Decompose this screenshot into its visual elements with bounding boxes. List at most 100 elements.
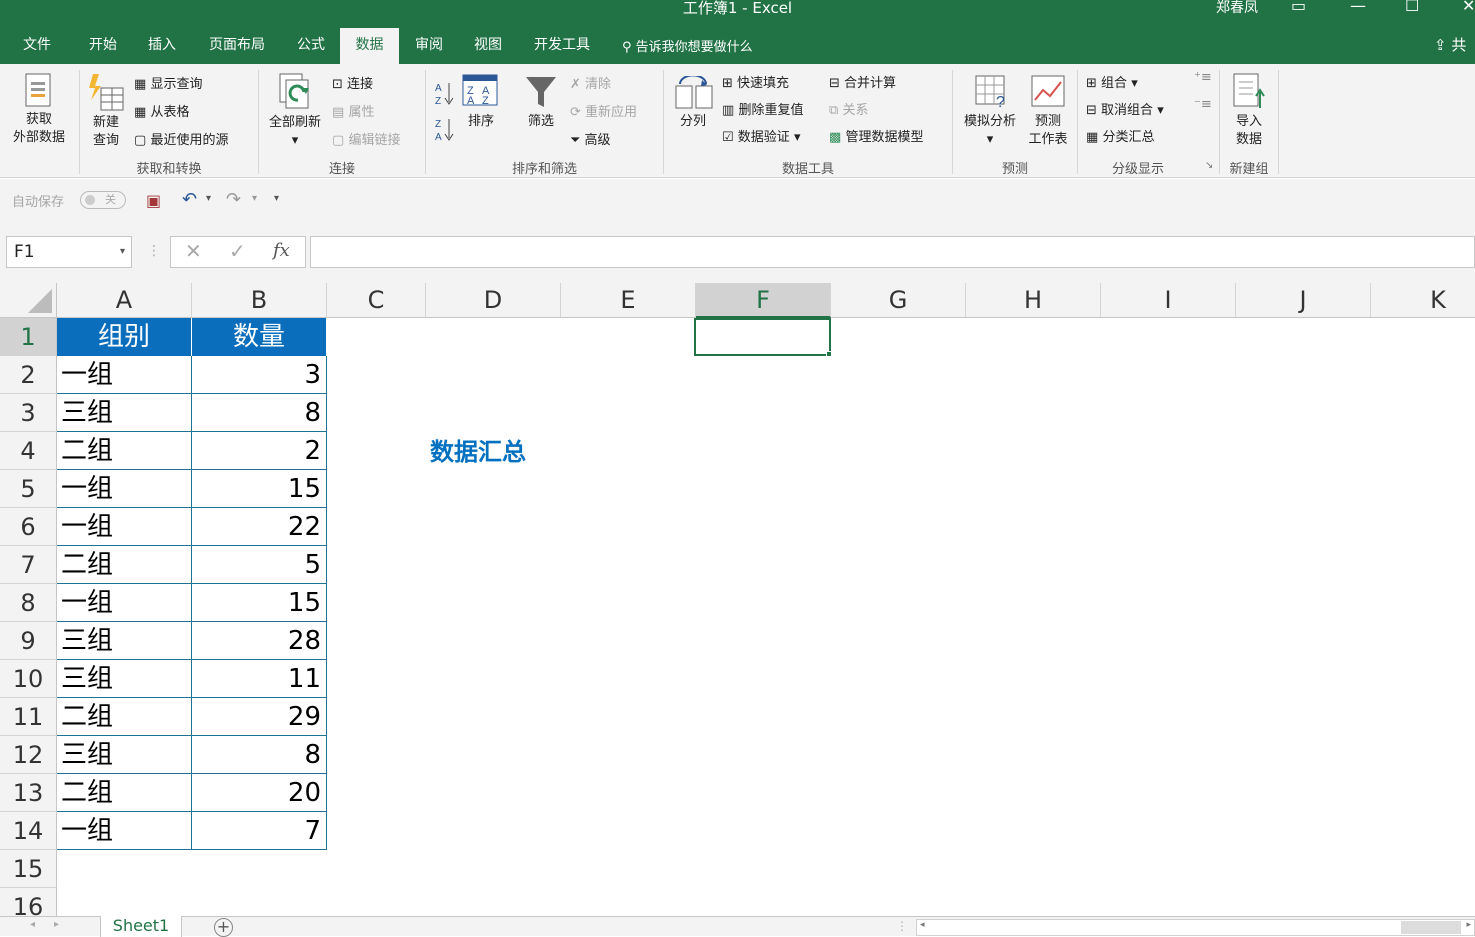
- column-header-H[interactable]: H: [966, 283, 1101, 318]
- save-icon[interactable]: ▣: [146, 191, 161, 210]
- sheet-tab-sheet1[interactable]: Sheet1: [100, 916, 182, 937]
- column-header-G[interactable]: G: [831, 283, 966, 318]
- flash-fill-button[interactable]: ⊞ 快速填充: [722, 72, 789, 91]
- row-header-6[interactable]: 6: [0, 508, 57, 546]
- get-external-data-button[interactable]: 获取 外部数据: [2, 111, 76, 147]
- column-header-E[interactable]: E: [561, 283, 696, 318]
- horizontal-scrollbar[interactable]: ◂ ▸: [916, 919, 1475, 936]
- group-cell[interactable]: 二组: [57, 774, 192, 812]
- quantity-cell[interactable]: 20: [192, 774, 327, 812]
- text-to-columns-button[interactable]: 分列: [670, 113, 716, 131]
- subtotal-button[interactable]: ▦ 分类汇总: [1086, 126, 1154, 145]
- insert-function-icon[interactable]: fx: [273, 240, 290, 261]
- close-icon[interactable]: ✕: [1462, 0, 1475, 15]
- ribbon-display-icon[interactable]: ▭: [1291, 0, 1306, 15]
- quantity-cell[interactable]: 8: [192, 736, 327, 774]
- row-header-4[interactable]: 4: [0, 432, 57, 470]
- group-cell[interactable]: 一组: [57, 356, 192, 394]
- connections-button[interactable]: ⊡ 连接: [332, 73, 373, 92]
- recent-sources-button[interactable]: ▢ 最近使用的源: [134, 129, 228, 148]
- table-header-cell[interactable]: 组别: [57, 318, 192, 356]
- group-cell[interactable]: 一组: [57, 584, 192, 622]
- column-header-I[interactable]: I: [1101, 283, 1236, 318]
- tab-page-layout[interactable]: 页面布局: [192, 28, 282, 64]
- group-cell[interactable]: 三组: [57, 736, 192, 774]
- edit-links-button[interactable]: ▢ 编辑链接: [332, 129, 400, 148]
- row-header-11[interactable]: 11: [0, 698, 57, 736]
- column-header-D[interactable]: D: [426, 283, 561, 318]
- quantity-cell[interactable]: 15: [192, 470, 327, 508]
- group-cell[interactable]: 二组: [57, 698, 192, 736]
- redo-dropdown-icon[interactable]: ▾: [252, 193, 257, 204]
- formula-input[interactable]: [310, 236, 1475, 268]
- from-table-button[interactable]: ▦ 从表格: [134, 101, 189, 120]
- refresh-all-button[interactable]: 全部刷新 ▾: [262, 114, 328, 150]
- quantity-cell[interactable]: 8: [192, 394, 327, 432]
- group-button[interactable]: ⊞ 组合 ▾: [1086, 72, 1138, 91]
- quantity-cell[interactable]: 22: [192, 508, 327, 546]
- column-header-K[interactable]: K: [1371, 283, 1475, 318]
- group-cell[interactable]: 三组: [57, 622, 192, 660]
- filter-button[interactable]: 筛选: [518, 113, 564, 131]
- row-header-13[interactable]: 13: [0, 774, 57, 812]
- add-sheet-icon[interactable]: +: [214, 918, 233, 937]
- column-header-C[interactable]: C: [327, 283, 426, 318]
- row-header-10[interactable]: 10: [0, 660, 57, 698]
- quantity-cell[interactable]: 11: [192, 660, 327, 698]
- active-cell-F1[interactable]: [694, 318, 831, 356]
- column-header-B[interactable]: B: [192, 283, 327, 318]
- tab-view[interactable]: 视图: [459, 28, 517, 64]
- row-header-9[interactable]: 9: [0, 622, 57, 660]
- column-header-A[interactable]: A: [57, 283, 192, 318]
- next-sheet-icon[interactable]: ▸: [54, 919, 59, 930]
- group-cell[interactable]: 一组: [57, 812, 192, 850]
- row-header-15[interactable]: 15: [0, 850, 57, 888]
- sort-ascending-icon[interactable]: AZ: [433, 80, 455, 110]
- tab-insert[interactable]: 插入: [132, 28, 192, 64]
- summary-label[interactable]: 数据汇总: [430, 432, 526, 467]
- name-box[interactable]: F1 ▾: [6, 236, 132, 268]
- quantity-cell[interactable]: 15: [192, 584, 327, 622]
- group-cell[interactable]: 三组: [57, 394, 192, 432]
- tab-home[interactable]: 开始: [74, 28, 132, 64]
- tab-split-handle-icon[interactable]: ⋮: [896, 919, 908, 933]
- row-header-8[interactable]: 8: [0, 584, 57, 622]
- quantity-cell[interactable]: 5: [192, 546, 327, 584]
- dialog-launcher-icon[interactable]: ↘: [1205, 160, 1213, 171]
- import-data-button[interactable]: 导入 数据: [1224, 113, 1274, 149]
- cancel-icon[interactable]: ✕: [185, 239, 202, 263]
- user-name[interactable]: 郑春凤: [1216, 0, 1258, 17]
- row-header-3[interactable]: 3: [0, 394, 57, 432]
- clear-filter-button[interactable]: ✗ 清除: [570, 73, 611, 92]
- select-all-button[interactable]: [0, 283, 57, 318]
- reapply-button[interactable]: ⟳ 重新应用: [570, 101, 637, 120]
- column-header-F[interactable]: F: [696, 283, 831, 318]
- group-cell[interactable]: 一组: [57, 470, 192, 508]
- quantity-cell[interactable]: 29: [192, 698, 327, 736]
- maximize-icon[interactable]: ☐: [1405, 0, 1419, 15]
- row-header-12[interactable]: 12: [0, 736, 57, 774]
- consolidate-button[interactable]: ⊟ 合并计算: [829, 72, 896, 91]
- remove-duplicates-button[interactable]: ▥ 删除重复值: [722, 99, 803, 118]
- row-header-14[interactable]: 14: [0, 812, 57, 850]
- row-header-16[interactable]: 16: [0, 888, 57, 916]
- tab-formulas[interactable]: 公式: [282, 28, 340, 64]
- hide-detail-icon[interactable]: ⁻≡: [1194, 97, 1212, 112]
- quantity-cell[interactable]: 3: [192, 356, 327, 394]
- name-box-dropdown-icon[interactable]: ▾: [120, 237, 125, 267]
- tab-file[interactable]: 文件: [0, 28, 74, 64]
- undo-icon[interactable]: ↶: [182, 189, 197, 210]
- tell-me-search[interactable]: ⚲ 告诉我你想要做什么: [622, 36, 753, 55]
- table-header-cell[interactable]: 数量: [192, 318, 327, 356]
- row-header-2[interactable]: 2: [0, 356, 57, 394]
- share-button[interactable]: ⇪ 共: [1434, 34, 1466, 55]
- forecast-sheet-button[interactable]: 预测 工作表: [1022, 113, 1074, 149]
- quantity-cell[interactable]: 2: [192, 432, 327, 470]
- redo-icon[interactable]: ↷: [226, 189, 241, 210]
- group-cell[interactable]: 三组: [57, 660, 192, 698]
- row-header-1[interactable]: 1: [0, 318, 57, 356]
- data-validation-button[interactable]: ☑ 数据验证 ▾: [722, 126, 800, 145]
- quantity-cell[interactable]: 28: [192, 622, 327, 660]
- undo-dropdown-icon[interactable]: ▾: [206, 193, 211, 204]
- quantity-cell[interactable]: 7: [192, 812, 327, 850]
